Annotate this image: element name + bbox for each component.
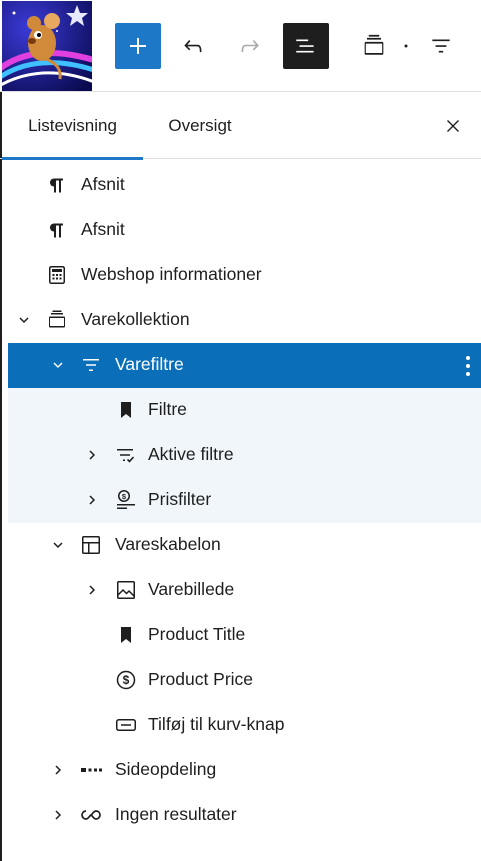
tree-item-store-notices[interactable]: Webshop informationer [8, 253, 481, 298]
panel-tabs: Listevisning Oversigt [0, 92, 481, 160]
chevron-right-icon[interactable] [48, 760, 68, 780]
tree-item-label: Sideopdeling [115, 759, 217, 779]
tree-item-price-filter[interactable]: $ Prisfilter [8, 478, 481, 523]
tree-item-label: Filtre [148, 399, 187, 419]
tree-item-label: Tilføj til kurv-knap [148, 714, 285, 734]
more-options-icon[interactable] [461, 353, 475, 379]
bookmark-icon [114, 398, 138, 422]
loop-icon [79, 803, 103, 827]
redo-icon [241, 40, 259, 52]
tree-item-paragraph[interactable]: Afsnit [8, 163, 481, 208]
chevron-down-icon[interactable] [14, 310, 34, 330]
query-loop-icon [364, 34, 384, 55]
filter-icon [432, 39, 450, 53]
tab-list-view[interactable]: Listevisning [2, 92, 143, 160]
tab-list-view-label: Listevisning [28, 115, 117, 135]
tree-item-add-to-cart-button[interactable]: Tilføj til kurv-knap [8, 703, 481, 748]
tab-overview[interactable]: Oversigt [150, 92, 250, 159]
tree-item-label: Aktive filtre [148, 444, 234, 464]
tree-item-label: Product Price [148, 669, 254, 689]
list-view-icon [296, 39, 314, 53]
tree-item-label: Webshop informationer [81, 264, 262, 284]
tree-item-no-results[interactable]: Ingen resultater [8, 793, 481, 838]
tree-item-active-filters[interactable]: Aktive filtre [8, 433, 481, 478]
tree-item-product-image[interactable]: Varebillede [8, 568, 481, 613]
mouse-rocket-logo[interactable] [2, 1, 92, 91]
top-toolbar [0, 0, 481, 92]
calculator-icon [45, 263, 69, 287]
separator-dot [396, 23, 416, 69]
pagination-icon [79, 758, 103, 782]
image-icon [114, 578, 138, 602]
tree-item-product-collection[interactable]: Varekollektion [8, 298, 481, 343]
chevron-right-icon[interactable] [82, 490, 102, 510]
tree-item-label: Prisfilter [148, 489, 212, 509]
plus-icon [130, 38, 146, 54]
tree-item-product-price[interactable]: $ Product Price [8, 658, 481, 703]
tree-item-paragraph[interactable]: Afsnit [8, 208, 481, 253]
chevron-right-icon[interactable] [82, 580, 102, 600]
tree-item-label: Varekollektion [81, 309, 190, 329]
tree-item-product-template[interactable]: Vareskabelon [8, 523, 481, 568]
filter-block-button[interactable] [418, 23, 464, 69]
tree-item-label: Ingen resultater [115, 804, 237, 824]
chevron-down-icon[interactable] [48, 355, 68, 375]
close-icon [447, 120, 459, 132]
close-panel-button[interactable] [433, 106, 473, 146]
bookmark-icon [114, 623, 138, 647]
layout-icon [79, 533, 103, 557]
chevron-down-icon[interactable] [48, 535, 68, 555]
query-loop-block-button[interactable] [351, 23, 397, 69]
tab-overview-label: Oversigt [168, 115, 232, 135]
active-filter-icon [114, 443, 138, 467]
tree-item-label: Product Title [148, 624, 246, 644]
tree-item-label: Vareskabelon [115, 534, 221, 554]
list-view-button[interactable] [283, 23, 329, 69]
add-block-button[interactable] [115, 23, 161, 69]
undo-button[interactable] [170, 23, 216, 69]
tree-item-product-title[interactable]: Product Title [8, 613, 481, 658]
tree-item-filters-heading[interactable]: Filtre [8, 388, 481, 433]
undo-icon [184, 40, 202, 53]
filter-icon [79, 353, 103, 377]
dot-icon [404, 44, 408, 48]
price-filter-icon: $ [114, 488, 138, 512]
svg-text:$: $ [122, 492, 127, 501]
redo-button[interactable] [227, 23, 273, 69]
tree-item-label: Afsnit [81, 219, 125, 239]
svg-text:$: $ [123, 673, 130, 687]
paragraph-icon [45, 218, 69, 242]
tree-item-label: Afsnit [81, 174, 125, 194]
dollar-circle-icon: $ [114, 668, 138, 692]
tree-item-product-filters[interactable]: Varefiltre [8, 343, 481, 388]
paragraph-icon [45, 173, 69, 197]
tree-item-label: Varebillede [148, 579, 235, 599]
button-icon [114, 713, 138, 737]
tree-item-label: Varefiltre [115, 354, 184, 374]
chevron-right-icon[interactable] [82, 445, 102, 465]
collection-icon [45, 308, 69, 332]
tree-item-pagination[interactable]: Sideopdeling [8, 748, 481, 793]
chevron-right-icon[interactable] [48, 805, 68, 825]
